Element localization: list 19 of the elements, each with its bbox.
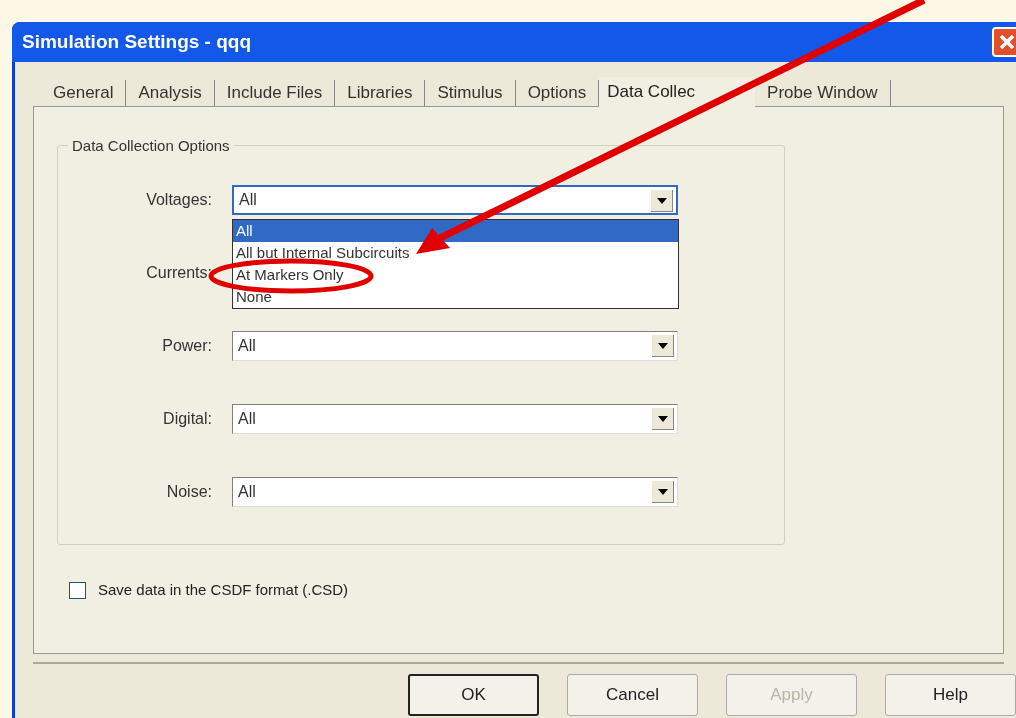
dropdown-field[interactable]: All (232, 477, 678, 507)
field-label: Noise: (165, 482, 213, 502)
dropdown-option[interactable]: All but Internal Subcircuits (233, 242, 678, 264)
checkbox-label: Save data in the CSDF format (.CSD) (98, 580, 349, 600)
field-label: Currents: (145, 263, 213, 283)
dropdown-field[interactable]: All (232, 185, 678, 215)
dropdown-option[interactable]: All (233, 220, 678, 242)
dialog-button[interactable]: OK (408, 674, 539, 716)
dropdown-field[interactable]: All (232, 331, 678, 361)
dialog-button[interactable]: Cancel (567, 674, 698, 716)
dropdown-option[interactable]: At Markers Only (233, 264, 678, 286)
dropdown-option[interactable]: None (233, 286, 678, 308)
field-label: Power: (161, 336, 213, 356)
field-label: Voltages: (145, 190, 213, 210)
window-title: Simulation Settings - qqq (22, 29, 252, 54)
field-label: Digital: (162, 409, 213, 429)
dialog-button[interactable]: Help (885, 674, 1016, 716)
dropdown-field[interactable]: All (232, 404, 678, 434)
tab[interactable]: Data Collec (599, 77, 756, 107)
